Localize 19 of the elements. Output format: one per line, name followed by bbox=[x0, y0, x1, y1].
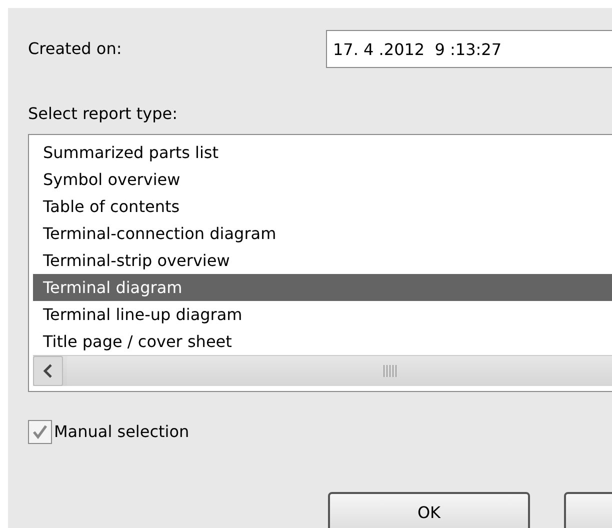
report-type-item[interactable]: Terminal line-up diagram bbox=[33, 301, 612, 328]
check-icon bbox=[31, 423, 49, 441]
scroll-left-button[interactable] bbox=[33, 356, 63, 386]
manual-selection-checkbox[interactable] bbox=[28, 420, 52, 444]
report-type-item[interactable]: Table of contents bbox=[33, 193, 612, 220]
manual-selection-label[interactable]: Manual selection bbox=[54, 422, 190, 442]
report-type-item[interactable]: Terminal diagram bbox=[33, 274, 612, 301]
created-on-field[interactable]: 17. 4 .2012 9 :13:27 bbox=[326, 30, 612, 68]
chevron-left-icon bbox=[43, 364, 53, 378]
report-type-label: Select report type: bbox=[28, 104, 179, 124]
report-type-list[interactable]: Summarized parts list Symbol overview Table of contents Terminal-connection diagram Terminal-strip overview Terminal diagram Terminal line-up diagram Title page / cover sheet bbox=[28, 134, 612, 392]
report-type-item[interactable]: Title page / cover sheet bbox=[33, 328, 612, 355]
report-type-item[interactable]: Terminal-strip overview bbox=[33, 247, 612, 274]
created-on-label: Created on: bbox=[28, 39, 123, 59]
report-type-item[interactable]: Terminal-connection diagram bbox=[33, 220, 612, 247]
report-type-item[interactable]: Symbol overview bbox=[33, 166, 612, 193]
report-type-item[interactable]: Summarized parts list bbox=[33, 139, 612, 166]
ok-button[interactable]: OK bbox=[328, 492, 530, 528]
grip-icon bbox=[383, 365, 397, 377]
